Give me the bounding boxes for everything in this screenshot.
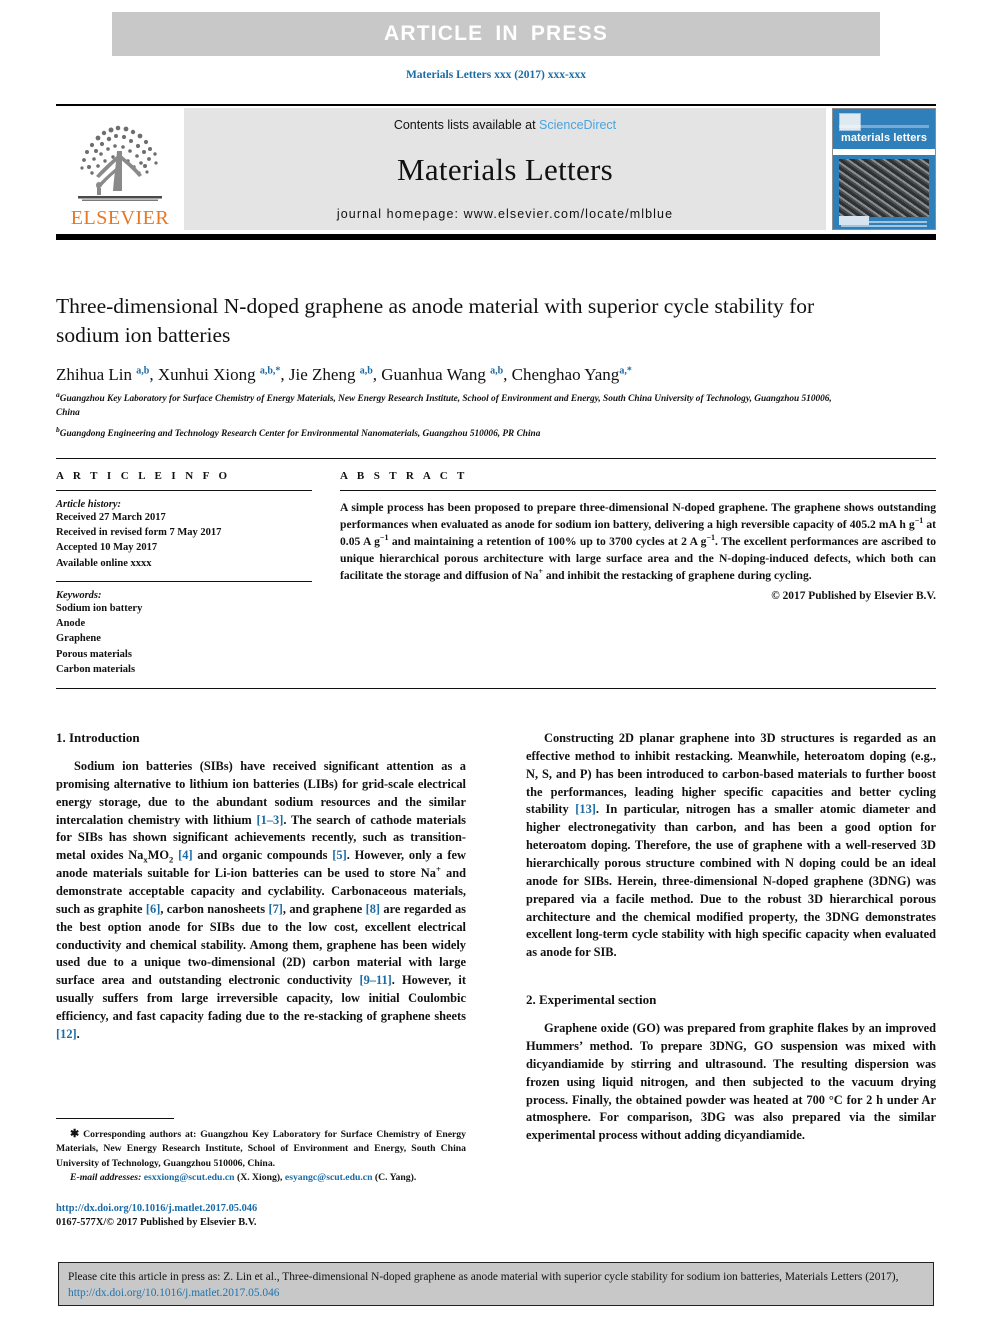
section-heading-experimental: 2. Experimental section [526, 992, 657, 1008]
article-history-label: Article history: [56, 499, 122, 510]
introduction-paragraph: Sodium ion batteries (SIBs) have receive… [56, 759, 467, 1041]
masthead-center: Contents lists available at ScienceDirec… [184, 108, 826, 230]
journal-cover-thumbnail[interactable]: materials letters [832, 108, 936, 230]
sciencedirect-link[interactable]: ScienceDirect [539, 118, 616, 132]
body-column-right: Constructing 2D planar graphene into 3D … [526, 730, 936, 1145]
affiliation-b-text: Guangdong Engineering and Technology Res… [59, 429, 541, 440]
affiliation-a: aGuangzhou Key Laboratory for Surface Ch… [56, 390, 832, 418]
author-list: Zhihua Lin a,b, Xunhui Xiong a,b,*, Jie … [56, 365, 632, 385]
keyword-item: Graphene [56, 633, 101, 645]
article-in-press-banner: ARTICLE IN PRESS [112, 12, 880, 56]
journal-masthead: ELSEVIER Contents lists available at Sci… [56, 108, 936, 230]
elsevier-logo: ELSEVIER [56, 108, 184, 230]
journal-reference-line: Materials Letters xxx (2017) xxx-xxx [405, 69, 587, 81]
keyword-item: Carbon materials [56, 663, 136, 675]
elsevier-tree-icon [78, 125, 162, 201]
keyword-item: Porous materials [56, 648, 132, 660]
footnote-rule [56, 1118, 174, 1119]
doi-block: http://dx.doi.org/10.1016/j.matlet.2017.… [56, 1202, 466, 1229]
article-info-heading: A R T I C L E I N F O [56, 470, 231, 482]
elsevier-wordmark: ELSEVIER [70, 207, 170, 229]
journal-homepage-link[interactable]: journal homepage: www.elsevier.com/locat… [337, 207, 673, 221]
article-history-item: Available online xxxx [56, 557, 152, 569]
article-page: ARTICLE IN PRESS Materials Letters xxx (… [0, 0, 992, 1323]
keywords-label: Keywords: [56, 589, 102, 601]
abstract-column: A B S T R A C T A simple process has bee… [340, 470, 936, 602]
affiliation-b: bGuangdong Engineering and Technology Re… [56, 425, 541, 440]
abstract-copyright: © 2017 Published by Elsevier B.V. [771, 590, 936, 603]
article-history-item: Received in revised form 7 May 2017 [56, 527, 222, 539]
affiliation-a-text: Guangzhou Key Laboratory for Surface Che… [56, 394, 832, 418]
experimental-paragraph: Graphene oxide (GO) was prepared from gr… [526, 1021, 936, 1143]
contents-available-line: Contents lists available at ScienceDirec… [394, 118, 616, 132]
cite-this-article-text: Please cite this article in press as: Z.… [68, 1271, 899, 1300]
cover-journal-title: materials letters [840, 132, 928, 144]
info-band-bottom-rule [56, 688, 936, 689]
cover-footer-logo [839, 216, 869, 225]
section-heading-introduction: 1. Introduction [56, 730, 140, 745]
cover-micrograph-image [839, 159, 929, 217]
article-info-column: A R T I C L E I N F O Article history: R… [56, 470, 312, 677]
article-in-press-label: ARTICLE IN PRESS [383, 22, 609, 45]
cover-subtitle-rule [839, 125, 929, 128]
abstract-heading: A B S T R A C T [340, 470, 468, 482]
journal-title: Materials Letters [397, 151, 613, 187]
title-block: Three-dimensional N-doped graphene as an… [56, 292, 846, 442]
contents-prefix: Contents lists available at [393, 118, 540, 132]
body-column-left: 1. Introduction Sodium ion batteries (SI… [56, 730, 466, 1044]
issn-copyright-line: 0167-577X/© 2017 Published by Elsevier B… [56, 1216, 257, 1228]
abstract-text: A simple process has been proposed to pr… [340, 501, 937, 583]
page-title: Three-dimensional N-doped graphene as an… [56, 294, 815, 347]
masthead-bottom-rule [56, 234, 936, 240]
cover-white-band [833, 149, 935, 155]
article-history-item: Accepted 10 May 2017 [56, 542, 158, 554]
footnote-block: ✱ Corresponding authors at: Guangzhou Ke… [56, 1118, 466, 1185]
doi-link[interactable]: http://dx.doi.org/10.1016/j.matlet.2017.… [56, 1202, 466, 1216]
email-addresses-note: E-mail addresses: esxxiong@scut.edu.cn (… [70, 1171, 417, 1183]
cite-this-article-box: Please cite this article in press as: Z.… [58, 1262, 934, 1306]
keyword-item: Sodium ion battery [56, 602, 143, 614]
corresponding-author-note: ✱ Corresponding authors at: Guangzhou Ke… [56, 1128, 466, 1169]
article-info-rule [56, 490, 312, 491]
abstract-rule [340, 490, 936, 491]
info-band-top-rule [56, 458, 936, 459]
cover-publisher-logo [839, 113, 861, 131]
masthead-top-rule [56, 104, 936, 106]
article-history-item: Received 27 March 2017 [56, 512, 166, 523]
keywords-rule [56, 580, 312, 582]
keyword-item: Anode [56, 618, 86, 630]
introduction-continued-paragraph: Constructing 2D planar graphene into 3D … [526, 731, 937, 960]
